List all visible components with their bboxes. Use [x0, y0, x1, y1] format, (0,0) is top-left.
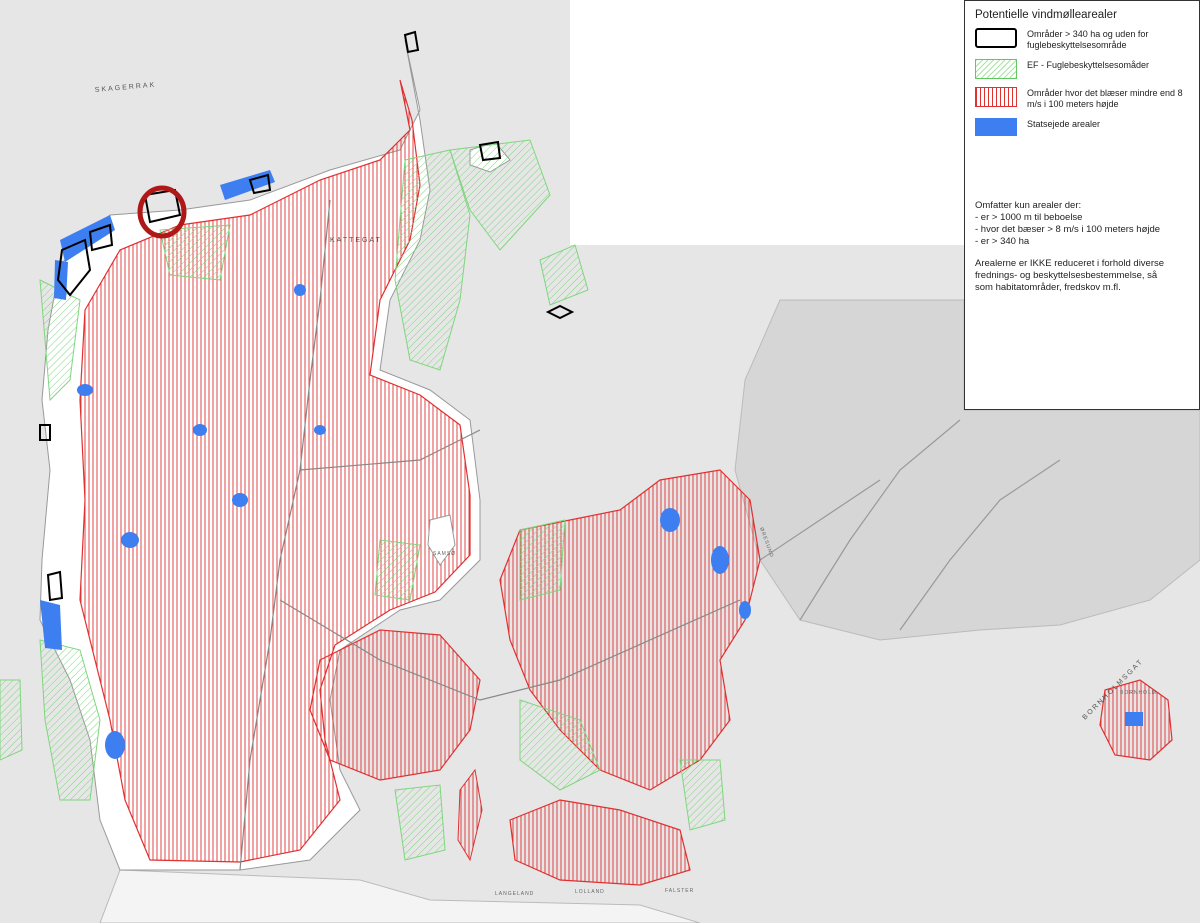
state-area-i [739, 601, 751, 619]
bird-area-zealand [519, 519, 566, 601]
note-line: - hvor det bæser > 8 m/s i 100 meters hø… [975, 224, 1161, 235]
legend-blue-fill-icon [975, 118, 1017, 136]
note-line: Arealerne er IKKE reduceret i forhold di… [975, 258, 1165, 269]
note-line: Omfatter kun arealer der: [975, 200, 1082, 211]
state-area-west-coast-2 [54, 260, 68, 300]
legend-item-candidate-areas: Områder > 340 ha og uden for fuglebeskyt… [975, 28, 1189, 51]
legend-item-state-owned: Statsejede arealer [975, 118, 1189, 136]
state-area-g [660, 508, 680, 532]
state-area-b [121, 532, 139, 548]
legend-item-label: Områder hvor det blæser mindre end 8 m/s… [1027, 88, 1183, 109]
map-legend: Potentielle vindmøllearealer Områder > 3… [964, 0, 1200, 410]
bird-area-southwest [0, 679, 23, 761]
state-area-a [77, 384, 93, 396]
state-area-j [294, 284, 306, 296]
legend-green-hatch-icon [975, 59, 1017, 79]
note-line: som habitatområder, fredskov m.fl. [975, 282, 1121, 293]
note-line: frednings- og beskyttelsesbestemmelse, s… [975, 270, 1158, 281]
state-area-c [105, 731, 125, 759]
note-spacer [975, 248, 1189, 258]
note-line: - er > 1000 m til beboelse [975, 212, 1083, 223]
state-area-d [193, 424, 207, 436]
state-area-f [314, 425, 326, 435]
note-line: - er > 340 ha [975, 236, 1030, 247]
bornholm-state-area [1125, 712, 1143, 726]
state-area-h [711, 546, 729, 574]
state-area-e [232, 493, 248, 507]
legend-item-bird-areas: EF - Fuglebeskyttelsesomåder [975, 59, 1189, 79]
legend-black-outline-icon [975, 28, 1017, 48]
label-kattegat: KATTEGAT [330, 237, 382, 244]
label-bornholm: BORNHOLM [1120, 690, 1157, 696]
legend-item-label: EF - Fuglebeskyttelsesomåder [1027, 60, 1150, 70]
legend-notes: Omfatter kun arealer der: - er > 1000 m … [975, 200, 1189, 294]
label-langeland: LANGELAND [495, 891, 534, 897]
legend-item-label: Statsejede arealer [1027, 119, 1101, 129]
label-falster: FALSTER [665, 888, 694, 894]
label-samso: SAMSØ [433, 551, 456, 557]
label-lolland: LOLLAND [575, 889, 605, 895]
legend-red-hatch-icon [975, 87, 1017, 107]
legend-item-low-wind: Områder hvor det blæser mindre end 8 m/s… [975, 87, 1189, 110]
legend-title: Potentielle vindmøllearealer [975, 9, 1117, 21]
legend-item-label: Områder > 340 ha og uden for fuglebeskyt… [1027, 29, 1149, 50]
